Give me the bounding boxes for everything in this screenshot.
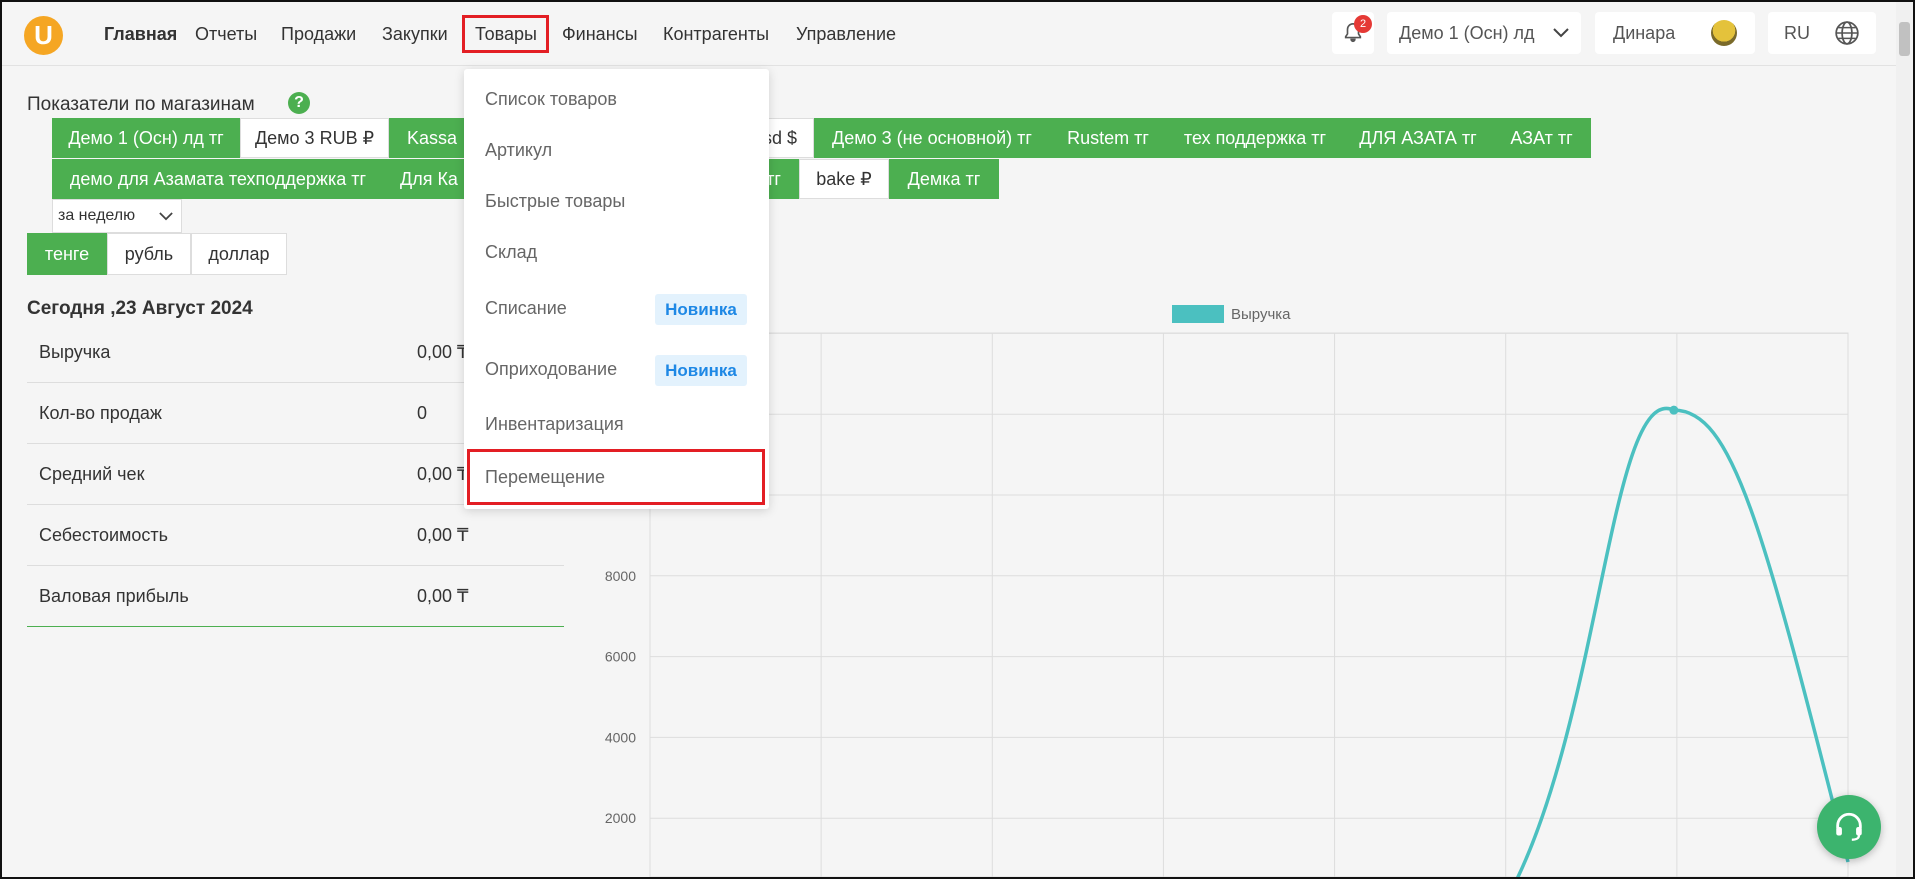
menu-item-receiving[interactable]: Оприходование	[485, 359, 617, 380]
headset-icon	[1836, 812, 1862, 841]
data-point	[1669, 405, 1679, 415]
y-tick-label: 8000	[605, 568, 636, 584]
new-badge: Новинка	[655, 355, 747, 386]
menu-item-article[interactable]: Артикул	[485, 140, 552, 161]
revenue-chart: 2000 4000 6000 8000 Выручка	[605, 305, 1850, 877]
products-dropdown-menu: Список товаров Артикул Быстрые товары Ск…	[464, 69, 769, 509]
menu-item-warehouse[interactable]: Склад	[485, 242, 537, 263]
new-badge: Новинка	[655, 294, 747, 325]
legend-swatch	[1172, 305, 1224, 323]
menu-item-product-list[interactable]: Список товаров	[485, 89, 617, 110]
y-tick-label: 2000	[605, 810, 636, 826]
menu-item-quick-products[interactable]: Быстрые товары	[485, 191, 625, 212]
menu-item-inventory[interactable]: Инвентаризация	[485, 414, 624, 435]
menu-item-write-off[interactable]: Списание	[485, 298, 567, 319]
support-chat-button[interactable]	[1817, 795, 1881, 859]
legend-label: Выручка	[1231, 306, 1291, 323]
y-tick-label: 6000	[605, 649, 636, 665]
menu-item-transfer-highlight	[467, 449, 765, 505]
y-tick-label: 4000	[605, 729, 636, 745]
